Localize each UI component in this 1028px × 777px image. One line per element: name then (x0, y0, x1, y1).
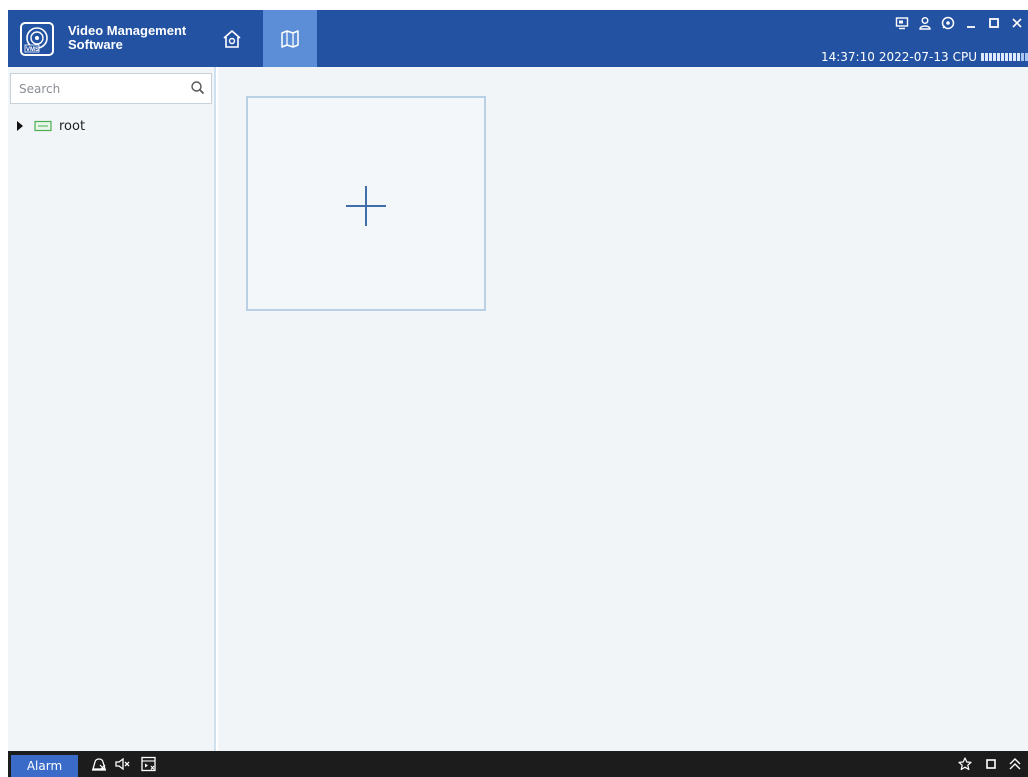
mute-icon (115, 757, 130, 771)
lock-icon (941, 16, 955, 30)
device-tree-panel: root (8, 67, 216, 751)
screen-icon (895, 17, 909, 30)
cpu-usage-bar (981, 53, 1028, 61)
cpu-bar-segment (1013, 53, 1016, 61)
home-tab[interactable] (205, 10, 259, 67)
logo-text: VMS (26, 47, 39, 53)
status-line: 14:37:10 2022-07-13 CPU (821, 50, 1028, 64)
cpu-bar-segment (989, 53, 992, 61)
collapse-up-icon (1009, 758, 1021, 770)
search-box (10, 73, 212, 104)
cpu-bar-segment (1017, 53, 1020, 61)
search-icon[interactable] (190, 80, 206, 96)
close-button[interactable] (1006, 13, 1028, 33)
mute-button[interactable] (112, 754, 134, 774)
device-group-icon (34, 120, 52, 132)
clock-date: 2022-07-13 (878, 50, 949, 64)
cpu-bar-segment (985, 53, 988, 61)
cpu-bar-segment (1005, 53, 1008, 61)
alarm-button[interactable]: Alarm (11, 755, 78, 777)
cpu-label: CPU (952, 50, 977, 64)
cpu-bar-segment (981, 53, 984, 61)
search-input[interactable] (11, 74, 187, 103)
home-icon (223, 29, 241, 48)
minimize-button[interactable] (960, 13, 982, 33)
close-icon (1012, 18, 1022, 28)
window-close-icon (141, 756, 156, 772)
bottom-bar: Alarm (8, 751, 1028, 777)
maximize-icon (989, 18, 999, 28)
collapse-up-button[interactable] (1004, 754, 1026, 774)
alarm-off-icon (92, 758, 106, 771)
pin-button[interactable] (954, 754, 976, 774)
restore-button[interactable] (980, 754, 1002, 774)
cpu-bar-segment (993, 53, 996, 61)
cpu-bar-segment (1001, 53, 1004, 61)
app-name: Video Management Software (68, 24, 186, 52)
camera-lens-icon: VMS (24, 27, 48, 53)
tree-item-label: root (59, 118, 86, 134)
lock-button[interactable] (937, 13, 959, 33)
app-logo: VMS (20, 22, 54, 56)
close-all-windows-button[interactable] (138, 754, 160, 774)
user-icon (919, 17, 931, 30)
restore-icon (986, 759, 996, 769)
map-icon (281, 29, 299, 48)
tree-item-root[interactable]: root (14, 117, 85, 135)
window-controls (890, 12, 1028, 34)
map-tab[interactable] (263, 10, 317, 67)
maximize-button[interactable] (983, 13, 1005, 33)
plus-icon (346, 186, 386, 226)
add-map-tile[interactable] (246, 96, 486, 311)
pin-icon (958, 757, 972, 771)
minimize-icon (967, 26, 975, 28)
title-bar: VMS Video Management Software 14:37:10 2… (8, 10, 1028, 67)
expand-arrow-icon[interactable] (14, 120, 26, 132)
app-name-line2: Software (68, 37, 123, 52)
cpu-bar-segment (997, 53, 1000, 61)
user-button[interactable] (914, 13, 936, 33)
map-workspace (218, 67, 1028, 751)
app-name-line1: Video Management (68, 23, 187, 38)
cpu-bar-segment (1021, 53, 1024, 61)
cpu-bar-segment (1009, 53, 1012, 61)
screen-button[interactable] (891, 13, 913, 33)
clock-time: 14:37:10 (820, 50, 875, 64)
alarm-off-button[interactable] (88, 754, 110, 774)
